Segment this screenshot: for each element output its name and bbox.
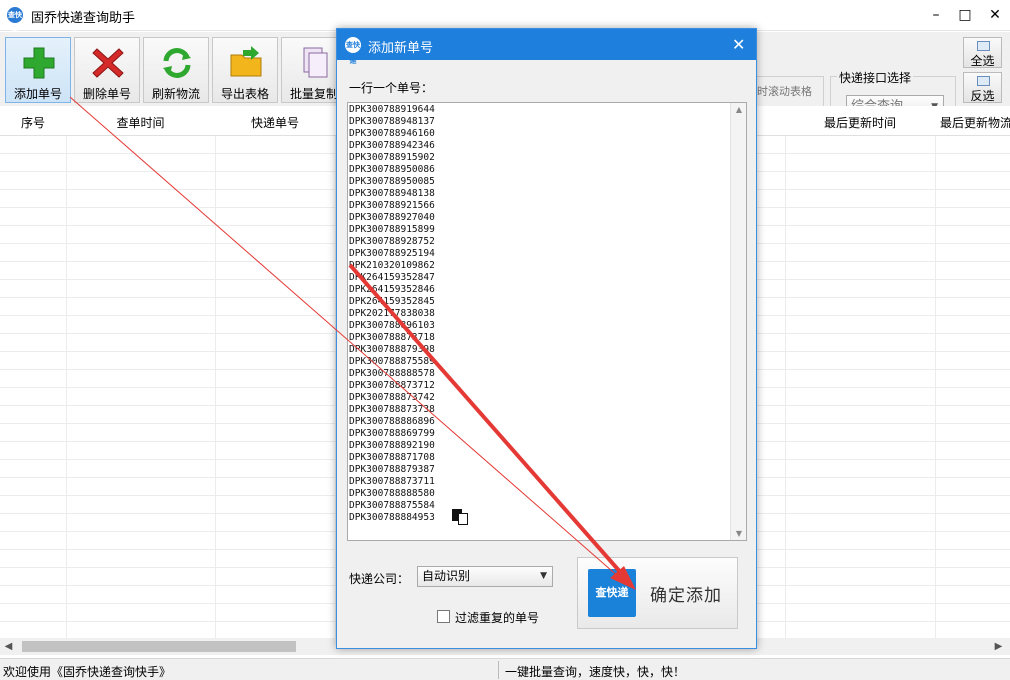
tracking-number-line: DPK210320109862 (349, 260, 435, 271)
tracking-number-line: DPK300788879398 (349, 344, 435, 355)
invert-selection-icon (977, 76, 990, 86)
auto-scroll-label: 时滚动表格 (757, 85, 812, 98)
tracking-number-line: DPK300788875584 (349, 500, 435, 511)
tracking-number-line: DPK300788884953 (349, 512, 435, 523)
status-welcome: 欢迎使用《固乔快递查询快手》 (3, 665, 172, 679)
minimize-button[interactable]: – (921, 0, 951, 31)
tracking-numbers-text: DPK300788919644 DPK300788948137 DPK3007889… (349, 104, 435, 524)
tracking-number-line: DPK300788928752 (349, 236, 435, 247)
column-divider (935, 106, 936, 638)
tracking-number-line: DPK300788873711 (349, 476, 435, 487)
tracking-number-line: DPK300788950086 (349, 164, 435, 175)
scroll-left-icon[interactable]: ◀ (0, 638, 17, 655)
add-tracking-label: 添加单号 (13, 87, 62, 101)
confirm-add-label: 确定添加 (650, 586, 722, 606)
tracking-number-line: DPK300788925194 (349, 248, 435, 259)
filter-duplicates-label: 过滤重复的单号 (455, 611, 540, 625)
tracking-number-line: DPK300788888578 (349, 368, 435, 379)
courier-company-select[interactable]: 自动识别 ▼ (417, 566, 553, 587)
tracking-number-line: DPK300788950085 (349, 176, 435, 187)
add-tracking-dialog: 查快递 添加新单号 ✕ 一行一个单号： DPK300788919644 DPK30… (336, 28, 757, 649)
title-bar: 查快递 固乔快递查询助手 – □ ✕ (0, 0, 1010, 35)
tracking-number-line: DPK300788946160 (349, 128, 435, 139)
delete-tracking-button[interactable]: 删除单号 (74, 37, 140, 103)
tracking-number-line: DPK202177838038 (349, 308, 435, 319)
tracking-number-line: DPK264159352845 (349, 296, 435, 307)
select-all-button[interactable]: 全选 (963, 37, 1002, 68)
scroll-down-icon[interactable]: ▼ (731, 529, 746, 538)
column-header-index[interactable]: 序号 (0, 114, 66, 131)
chevron-down-icon: ▼ (540, 571, 547, 581)
scroll-up-icon[interactable]: ▲ (731, 105, 746, 114)
query-express-logo-icon: 查快递 (588, 569, 636, 617)
filter-duplicates-checkbox[interactable] (437, 610, 450, 623)
delete-tracking-label: 删除单号 (82, 87, 131, 101)
column-header-last-update-time[interactable]: 最后更新时间 (785, 114, 935, 131)
app-logo-icon: 查快递 (7, 7, 23, 35)
tracking-number-line: DPK300788942346 (349, 140, 435, 151)
folder-icon (230, 46, 262, 77)
confirm-add-button[interactable]: 查快递 确定添加 (577, 557, 738, 629)
tracking-number-line: DPK300788871708 (349, 452, 435, 463)
invert-selection-label: 反选 (970, 89, 995, 103)
tracking-number-line: DPK300788886896 (349, 416, 435, 427)
select-all-label: 全选 (970, 54, 995, 68)
copy-icon (303, 47, 328, 78)
tracking-number-line: DPK300788919644 (349, 104, 435, 115)
dialog-title: 添加新单号 (368, 41, 434, 56)
delete-icon (92, 48, 124, 78)
tracking-number-line: DPK300788915899 (349, 224, 435, 235)
column-divider (66, 106, 67, 638)
tracking-numbers-textarea[interactable]: DPK300788919644 DPK300788948137 DPK3007889… (347, 102, 747, 541)
maximize-button[interactable]: □ (950, 0, 980, 31)
status-slogan: 一键批量查询，速度快，快，快！ (505, 665, 686, 679)
tracking-number-line: DPK300788869799 (349, 428, 435, 439)
dialog-title-bar[interactable]: 查快递 添加新单号 ✕ (337, 29, 756, 65)
export-table-button[interactable]: 导出表格 (212, 37, 278, 103)
column-header-query-time[interactable]: 查单时间 (66, 114, 215, 131)
api-select-legend: 快递接口选择 (837, 69, 914, 86)
tracking-number-line: DPK300788948138 (349, 188, 435, 199)
add-tracking-button[interactable]: 添加单号 (5, 37, 71, 103)
select-all-icon (977, 41, 990, 51)
export-table-label: 导出表格 (220, 87, 269, 101)
tracking-number-line: DPK300788915902 (349, 152, 435, 163)
tracking-number-line: DPK264159352846 (349, 284, 435, 295)
courier-company-value: 自动识别 (422, 569, 471, 583)
scrollbar-thumb[interactable] (22, 641, 296, 652)
status-divider (498, 661, 499, 679)
tracking-number-line: DPK300788875589 (349, 356, 435, 367)
column-header-last-update-logistics[interactable]: 最后更新物流 (935, 114, 1010, 131)
tracking-number-line: DPK300788873742 (349, 392, 435, 403)
scroll-right-icon[interactable]: ▶ (990, 638, 1007, 655)
column-divider (215, 106, 216, 638)
tracking-number-line: DPK264159352847 (349, 272, 435, 283)
refresh-icon (163, 48, 191, 78)
column-header-tracking-number[interactable]: 快递单号 (215, 114, 335, 131)
tracking-number-line: DPK300788927040 (349, 212, 435, 223)
refresh-logistics-button[interactable]: 刷新物流 (143, 37, 209, 103)
tracking-number-line: DPK300788873712 (349, 380, 435, 391)
column-divider (785, 106, 786, 638)
courier-company-label: 快递公司： (349, 572, 410, 586)
tracking-number-line: DPK300788888580 (349, 488, 435, 499)
dialog-logo-icon: 查快递 (345, 37, 361, 65)
close-button[interactable]: ✕ (980, 0, 1010, 31)
paste-icon (458, 513, 468, 525)
add-icon (23, 47, 55, 79)
refresh-logistics-label: 刷新物流 (151, 87, 200, 101)
textarea-scrollbar[interactable]: ▲ ▼ (730, 103, 746, 540)
dialog-close-icon[interactable]: ✕ (732, 35, 745, 54)
tracking-input-prompt: 一行一个单号： (349, 81, 434, 95)
tracking-number-line: DPK300788896103 (349, 320, 435, 331)
tracking-number-line: DPK300788948137 (349, 116, 435, 127)
tracking-number-line: DPK300788879387 (349, 464, 435, 475)
tracking-number-line: DPK300788892190 (349, 440, 435, 451)
status-bar: 欢迎使用《固乔快递查询快手》 一键批量查询，速度快，快，快！ (0, 658, 1010, 680)
tracking-number-line: DPK300788921566 (349, 200, 435, 211)
tracking-number-line: DPK300788873718 (349, 332, 435, 343)
window-title: 固乔快递查询助手 (31, 11, 136, 26)
invert-selection-button[interactable]: 反选 (963, 72, 1002, 103)
tracking-number-line: DPK300788873738 (349, 404, 435, 415)
